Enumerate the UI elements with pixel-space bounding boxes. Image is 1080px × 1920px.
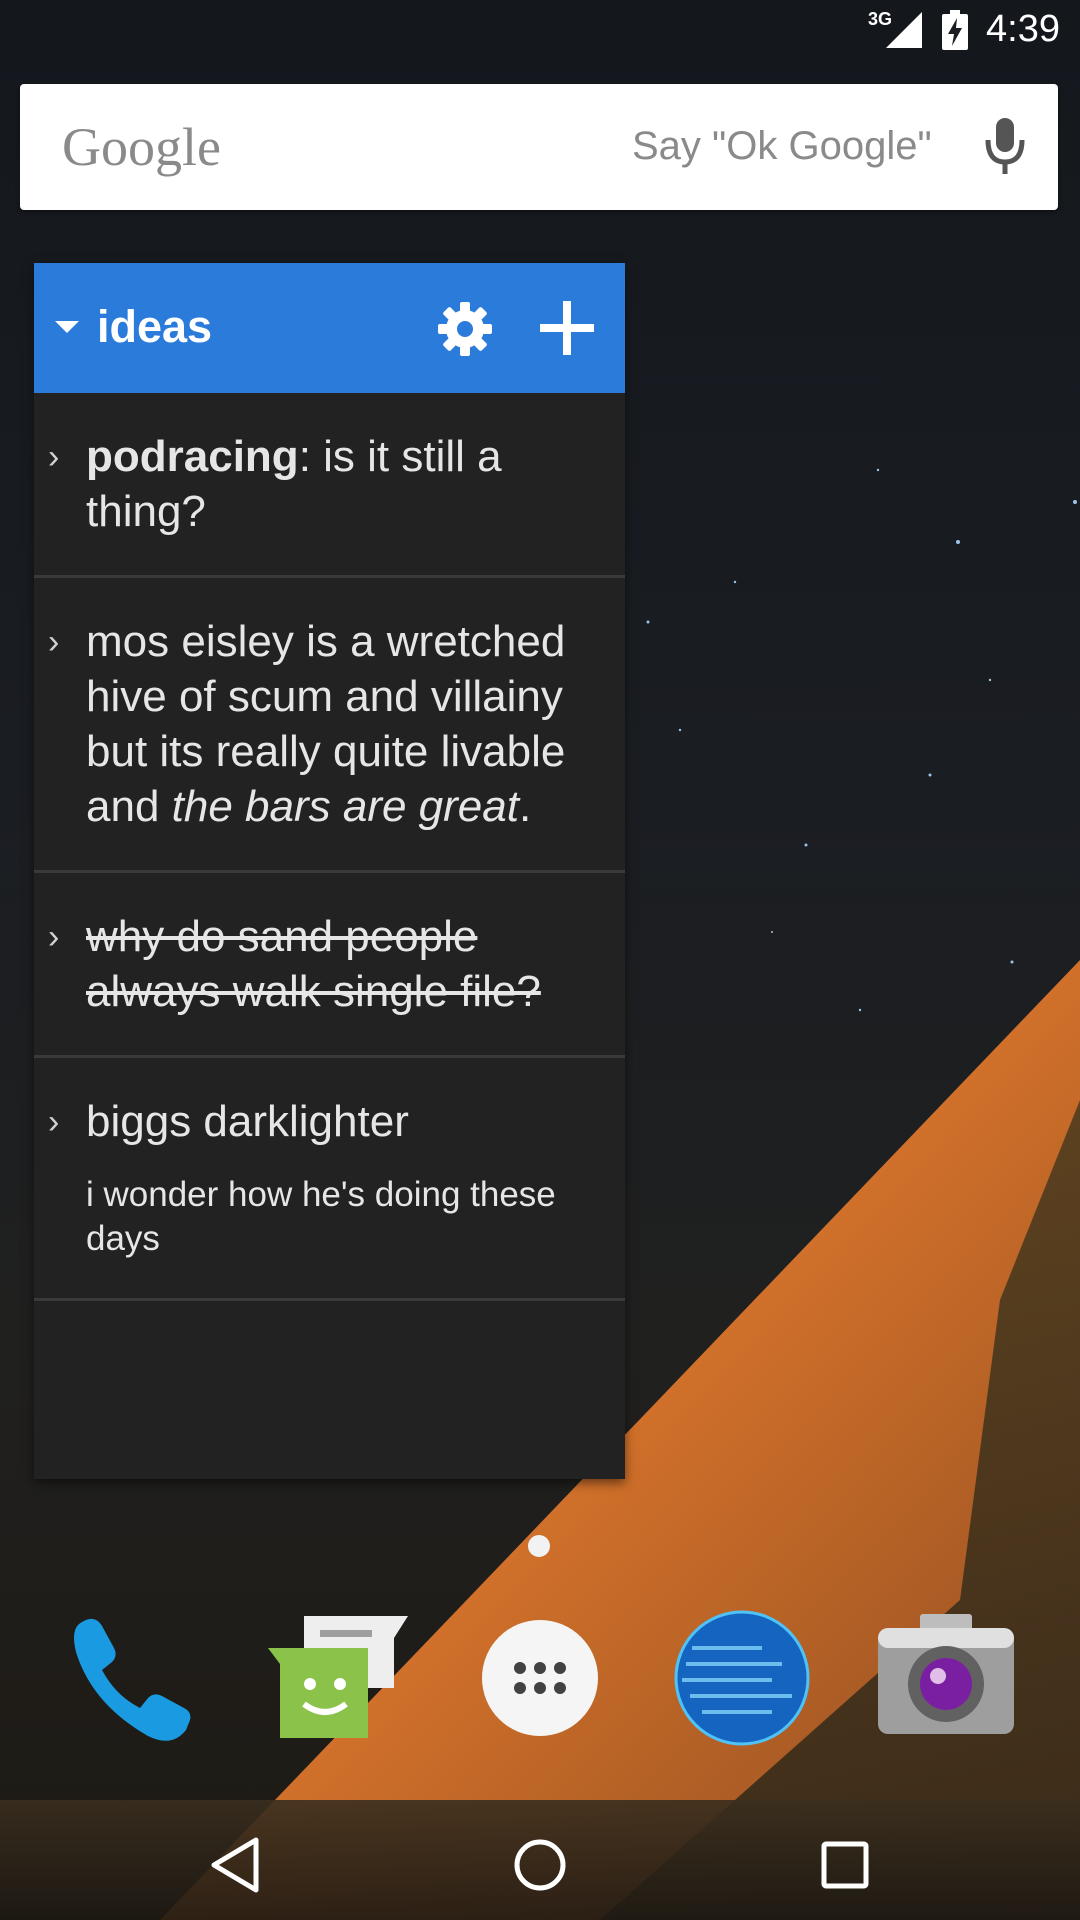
item-text: podracing: is it still a thing?	[86, 429, 606, 539]
network-type: 3G	[868, 9, 893, 29]
google-search-bar[interactable]: Google Say "Ok Google"	[20, 84, 1058, 210]
chevron-right-icon: ›	[48, 918, 60, 956]
chevron-right-icon: ›	[48, 1103, 60, 1141]
navigation-bar	[0, 1808, 1080, 1920]
status-bar: 3G 4:39	[0, 0, 1080, 64]
widget-title[interactable]: ideas	[97, 301, 212, 353]
chevron-right-icon: ›	[48, 438, 60, 476]
phone-icon[interactable]	[62, 1608, 202, 1748]
list-item[interactable]: › biggs darklighter i wonder how he's do…	[34, 1058, 625, 1301]
dropdown-arrow-icon[interactable]	[52, 315, 82, 339]
ideas-widget: ideas › podracing: is it still a thing?	[34, 263, 625, 1479]
camera-icon[interactable]	[876, 1608, 1016, 1748]
voice-search-hint: Say "Ok Google"	[632, 124, 932, 168]
microphone-icon[interactable]	[960, 114, 1050, 180]
page-indicator-dot	[528, 1535, 550, 1557]
item-title: biggs darklighter	[86, 1097, 409, 1146]
widget-header: ideas	[34, 263, 625, 393]
list-item-completed[interactable]: › why do sand people always walk single …	[34, 873, 625, 1058]
messaging-icon[interactable]	[268, 1608, 408, 1748]
add-item-icon[interactable]	[534, 295, 600, 361]
recents-icon[interactable]	[810, 1830, 880, 1900]
item-note: i wonder how he's doing these days	[86, 1175, 556, 1258]
back-icon[interactable]	[200, 1830, 270, 1900]
google-logo: Google	[62, 117, 221, 177]
item-text: mos eisley is a wretched hive of scum an…	[86, 614, 606, 834]
item-end-text: .	[518, 782, 532, 831]
chevron-right-icon: ›	[48, 623, 60, 661]
clock: 4:39	[986, 8, 1060, 50]
list-item[interactable]: › podracing: is it still a thing?	[34, 393, 625, 578]
globe-icon[interactable]	[672, 1608, 812, 1748]
item-bold-text: podracing	[86, 432, 299, 481]
app-drawer-icon[interactable]	[470, 1608, 610, 1748]
item-italic-text: the bars are great	[171, 782, 519, 831]
settings-gear-icon[interactable]	[434, 298, 496, 360]
battery-charging-icon	[942, 9, 969, 50]
home-icon[interactable]	[505, 1830, 575, 1900]
item-text: why do sand people always walk single fi…	[86, 912, 541, 1016]
list-item[interactable]: › mos eisley is a wretched hive of scum …	[34, 578, 625, 873]
